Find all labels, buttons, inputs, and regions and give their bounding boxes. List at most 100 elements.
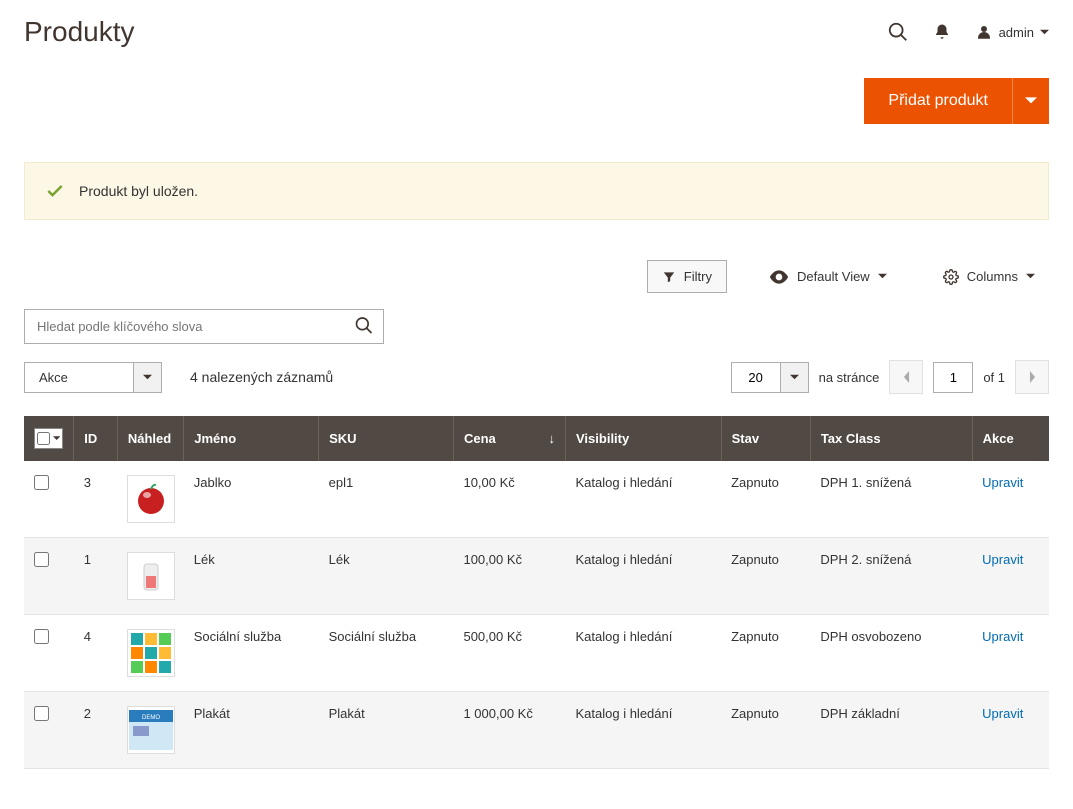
page-of-label: of 1 [983,370,1005,385]
per-page-label: na stránce [819,370,880,385]
success-message: Produkt byl uložen. [24,162,1049,220]
filters-label: Filtry [684,269,712,284]
cell-tax: DPH 1. snížená [810,461,972,538]
col-price-label: Cena [464,431,496,446]
cell-status: Zapnuto [721,615,810,692]
cell-id: 1 [74,538,118,615]
add-product-button[interactable]: Přidat produkt [864,78,1012,124]
chevron-down-icon [1025,95,1037,107]
cell-price: 100,00 Kč [453,538,565,615]
row-checkbox[interactable] [34,629,49,644]
col-select [24,416,74,461]
cell-sku: Sociální služba [319,615,454,692]
filters-button[interactable]: Filtry [647,260,727,293]
user-name: admin [999,25,1034,40]
cell-tax: DPH základní [810,692,972,769]
default-view-button[interactable]: Default View [755,261,901,292]
search-icon[interactable] [887,21,909,43]
col-thumb[interactable]: Náhled [117,416,183,461]
cell-visibility: Katalog i hledání [566,615,722,692]
table-row: 2DEMOPlakátPlakát1 000,00 KčKatalog i hl… [24,692,1049,769]
user-menu[interactable]: admin [975,23,1049,41]
page-input[interactable] [933,362,973,393]
edit-link[interactable]: Upravit [982,552,1023,567]
cell-name: Jablko [184,461,319,538]
bell-icon[interactable] [933,22,951,42]
chevron-down-icon [143,373,152,382]
col-tax[interactable]: Tax Class [810,416,972,461]
svg-text:DEMO: DEMO [142,715,160,721]
cell-status: Zapnuto [721,692,810,769]
per-page-input[interactable] [731,362,781,393]
chevron-down-icon [1040,28,1049,37]
cell-price: 10,00 Kč [453,461,565,538]
cell-visibility: Katalog i hledání [566,538,722,615]
cell-tax: DPH 2. snížená [810,538,972,615]
search-input[interactable] [24,309,384,344]
cell-name: Plakát [184,692,319,769]
columns-label: Columns [967,269,1018,284]
select-all-checkbox[interactable] [37,431,50,446]
mass-actions-caret[interactable] [134,362,162,393]
chevron-left-icon [902,371,911,383]
chevron-right-icon [1028,371,1037,383]
cell-name: Sociální služba [184,615,319,692]
user-icon [975,23,993,41]
row-checkbox[interactable] [34,552,49,567]
mass-actions-label: Akce [24,362,134,393]
edit-link[interactable]: Upravit [982,475,1023,490]
cell-id: 3 [74,461,118,538]
col-id[interactable]: ID [74,416,118,461]
records-count: 4 nalezených záznamů [190,369,333,385]
per-page-caret[interactable] [781,362,809,393]
prev-page-button[interactable] [889,360,923,394]
col-visibility[interactable]: Visibility [566,416,722,461]
col-status[interactable]: Stav [721,416,810,461]
next-page-button[interactable] [1015,360,1049,394]
row-checkbox[interactable] [34,706,49,721]
cell-tax: DPH osvobozeno [810,615,972,692]
cell-id: 4 [74,615,118,692]
sort-down-icon: ↓ [549,431,556,446]
search-button[interactable] [354,315,374,338]
cell-price: 500,00 Kč [453,615,565,692]
product-thumbnail [127,552,175,600]
chevron-down-icon [1026,272,1035,281]
chevron-down-icon [53,434,60,443]
cell-status: Zapnuto [721,538,810,615]
chevron-down-icon [878,272,887,281]
col-price[interactable]: Cena ↓ [453,416,565,461]
table-row: 1LékLék100,00 KčKatalog i hledáníZapnuto… [24,538,1049,615]
funnel-icon [662,270,676,284]
col-name[interactable]: Jméno [184,416,319,461]
edit-link[interactable]: Upravit [982,706,1023,721]
product-thumbnail: DEMO [127,706,175,754]
cell-price: 1 000,00 Kč [453,692,565,769]
table-row: 4Sociální službaSociální služba500,00 Kč… [24,615,1049,692]
cell-id: 2 [74,692,118,769]
table-row: 3Jablkoepl110,00 KčKatalog i hledáníZapn… [24,461,1049,538]
row-checkbox[interactable] [34,475,49,490]
columns-button[interactable]: Columns [929,261,1049,293]
product-thumbnail [127,475,175,523]
edit-link[interactable]: Upravit [982,629,1023,644]
page-title: Produkty [24,16,135,48]
add-product-dropdown[interactable] [1012,78,1049,124]
success-text: Produkt byl uložen. [79,183,198,199]
cell-sku: epl1 [319,461,454,538]
eye-icon [769,270,789,284]
cell-status: Zapnuto [721,461,810,538]
cell-name: Lék [184,538,319,615]
col-action: Akce [972,416,1049,461]
gear-icon [943,269,959,285]
chevron-down-icon [790,373,799,382]
check-icon [45,181,65,201]
product-thumbnail [127,629,175,677]
col-sku[interactable]: SKU [319,416,454,461]
cell-visibility: Katalog i hledání [566,692,722,769]
mass-actions-dropdown[interactable]: Akce [24,362,162,393]
cell-sku: Lék [319,538,454,615]
default-view-label: Default View [797,269,870,284]
products-table: ID Náhled Jméno SKU Cena ↓ Visibility St… [24,416,1049,769]
select-all-dropdown[interactable] [34,428,63,449]
